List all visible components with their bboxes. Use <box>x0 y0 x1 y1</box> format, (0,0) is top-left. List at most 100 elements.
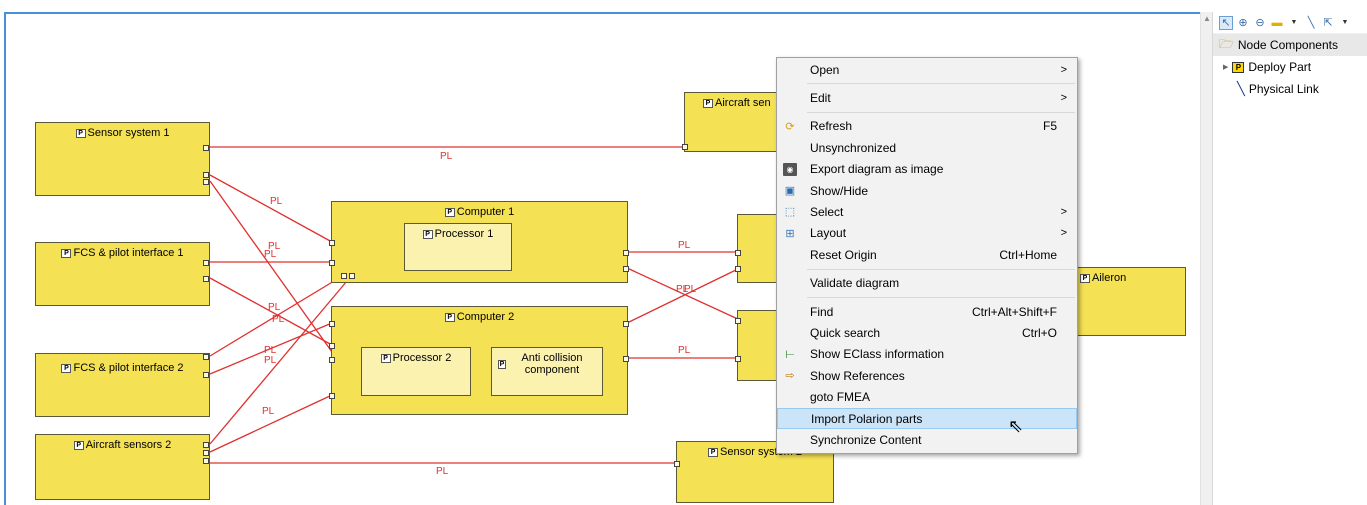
port[interactable] <box>203 260 209 266</box>
menu-item-label: Show EClass information <box>810 347 945 362</box>
port[interactable] <box>623 321 629 327</box>
zoom-out-icon[interactable]: ⊖ <box>1253 16 1267 30</box>
node-label: Computer 2 <box>456 311 515 323</box>
menu-item-label: Layout <box>810 226 847 241</box>
port[interactable] <box>203 172 209 178</box>
port[interactable] <box>623 356 629 362</box>
part-icon: P <box>61 363 72 373</box>
export-icon[interactable]: ⇱ <box>1321 16 1335 30</box>
menu-item-label: Select <box>810 205 844 220</box>
menu-item-shortcut: Ctrl+Home <box>999 247 1057 262</box>
menu-item-find[interactable]: Find Ctrl+Alt+Shift+F <box>777 301 1077 322</box>
palette-group-node-components[interactable]: 🗁 Node Components <box>1213 34 1367 56</box>
node-sensor-system-1[interactable]: P Sensor system 1 <box>35 122 210 196</box>
link-label: PL <box>678 240 691 251</box>
port[interactable] <box>203 276 209 282</box>
menu-item-select[interactable]: ⬚ Select > <box>777 201 1077 222</box>
node-aircraft-sensors-1[interactable]: P Aircraft sen <box>682 92 784 152</box>
port[interactable] <box>329 260 335 266</box>
palette-panel: ↖ ⊕ ⊖ ▬ ▼ ╲ ⇱ ▼ 🗁 Node Components ▶ P De… <box>1212 12 1367 505</box>
port[interactable] <box>203 450 209 456</box>
palette-item-deploy-part[interactable]: ▶ P Deploy Part <box>1213 56 1367 78</box>
port[interactable] <box>735 266 741 272</box>
node-anti-collision-component[interactable]: P Anti collision component <box>491 347 603 396</box>
menu-item-label: Refresh <box>810 119 853 134</box>
port[interactable] <box>203 179 209 185</box>
palette-toolbar: ↖ ⊕ ⊖ ▬ ▼ ╲ ⇱ ▼ <box>1213 12 1367 34</box>
port[interactable] <box>349 273 355 279</box>
port[interactable] <box>674 461 680 467</box>
menu-item-edit[interactable]: Edit > <box>777 87 1077 108</box>
menu-item-label: Export diagram as image <box>810 162 944 177</box>
node-fcs-pilot-interface-2[interactable]: P FCS & pilot interface 2 <box>35 353 210 417</box>
part-icon: P <box>708 447 719 457</box>
port[interactable] <box>735 318 741 324</box>
vertical-scrollbar[interactable]: ▲ <box>1200 12 1212 505</box>
menu-item-unsynchronized[interactable]: Unsynchronized <box>777 137 1077 158</box>
part-icon: P <box>444 312 455 322</box>
port[interactable] <box>329 393 335 399</box>
palette-item-physical-link[interactable]: ╲ Physical Link <box>1213 78 1367 100</box>
menu-item-label: Quick search <box>810 325 881 340</box>
port[interactable] <box>203 442 209 448</box>
node-computer-1[interactable]: P Computer 1 P Processor 1 <box>329 201 629 283</box>
deploy-part-icon: P <box>1232 61 1245 73</box>
menu-item-quick-search[interactable]: Quick search Ctrl+O <box>777 322 1077 343</box>
node-processor-2[interactable]: P Processor 2 <box>361 347 471 396</box>
node-aircraft-sensors-2[interactable]: P Aircraft sensors 2 <box>35 434 210 500</box>
palette-group-label: Node Components <box>1237 38 1338 52</box>
port[interactable] <box>203 458 209 464</box>
link-label: PL <box>264 355 277 366</box>
select-icon: ⬚ <box>784 206 796 219</box>
part-icon: P <box>73 440 84 450</box>
menu-item-synchronize-content[interactable]: Synchronize Content <box>777 429 1077 450</box>
connector-icon[interactable]: ╲ <box>1304 16 1318 30</box>
menu-item-open[interactable]: Open > <box>777 59 1077 80</box>
node-aileron[interactable]: P Aileron <box>1075 267 1186 336</box>
menu-separator <box>807 83 1075 85</box>
menu-item-layout[interactable]: ⊞ Layout > <box>777 223 1077 244</box>
node-label: Aileron <box>1092 272 1127 284</box>
port[interactable] <box>682 144 688 150</box>
menu-item-label: Unsynchronized <box>810 140 897 155</box>
part-icon: P <box>444 207 455 217</box>
dropdown-arrow-icon[interactable]: ▼ <box>1338 16 1352 30</box>
port[interactable] <box>203 145 209 151</box>
menu-item-show-eclass-information[interactable]: ⊢ Show EClass information <box>777 344 1077 365</box>
port[interactable] <box>341 273 347 279</box>
node-fcs-pilot-interface-1[interactable]: P FCS & pilot interface 1 <box>35 242 210 306</box>
menu-item-validate-diagram[interactable]: Validate diagram <box>777 273 1077 294</box>
select-pointer-icon[interactable]: ↖ <box>1219 15 1233 30</box>
link-label: PL <box>270 196 283 207</box>
node-label: Computer 1 <box>456 206 515 218</box>
node-label: Processor 1 <box>434 228 494 240</box>
menu-item-show-references[interactable]: ⇨ Show References <box>777 365 1077 386</box>
port[interactable] <box>203 372 209 378</box>
port[interactable] <box>329 357 335 363</box>
menu-item-export-diagram[interactable]: ◉ Export diagram as image <box>777 159 1077 180</box>
dropdown-arrow-icon[interactable]: ▼ <box>1287 16 1301 30</box>
port[interactable] <box>329 240 335 246</box>
port[interactable] <box>623 266 629 272</box>
menu-item-show-hide[interactable]: ▣ Show/Hide <box>777 180 1077 201</box>
palette-item-label: Physical Link <box>1248 82 1319 96</box>
scroll-up-icon[interactable]: ▲ <box>1203 14 1211 23</box>
node-computer-2[interactable]: P Computer 2 P Processor 2 P Anti collision… <box>329 306 629 415</box>
port[interactable] <box>203 354 209 360</box>
note-icon[interactable]: ▬ <box>1270 16 1284 30</box>
port[interactable] <box>623 250 629 256</box>
menu-item-goto-fmea[interactable]: goto FMEA <box>777 386 1077 407</box>
port[interactable] <box>735 356 741 362</box>
submenu-arrow-icon: > <box>1060 206 1067 219</box>
menu-item-shortcut: Ctrl+Alt+Shift+F <box>971 304 1057 319</box>
port[interactable] <box>735 250 741 256</box>
node-label: Processor 2 <box>392 352 452 364</box>
expand-arrow-icon: ▶ <box>1223 64 1229 71</box>
port[interactable] <box>329 321 335 327</box>
menu-item-import-polarion-parts[interactable]: Import Polarion parts <box>777 407 1077 430</box>
zoom-in-icon[interactable]: ⊕ <box>1236 16 1250 30</box>
node-processor-1[interactable]: P Processor 1 <box>404 223 512 271</box>
menu-item-reset-origin[interactable]: Reset Origin Ctrl+Home <box>777 244 1077 265</box>
menu-item-refresh[interactable]: ⟳ Refresh F5 <box>777 116 1077 137</box>
port[interactable] <box>329 343 335 349</box>
